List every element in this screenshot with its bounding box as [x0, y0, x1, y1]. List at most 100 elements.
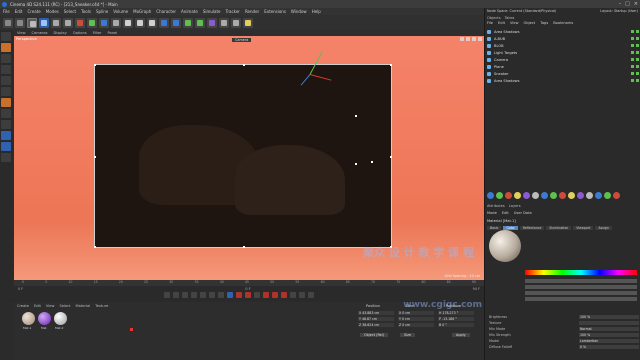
apply-button[interactable]: Apply: [452, 333, 470, 337]
scale-tool-icon[interactable]: [51, 17, 61, 28]
undo-icon[interactable]: [3, 17, 13, 28]
check-icon[interactable]: [636, 30, 639, 33]
tab-attributes[interactable]: Attributes: [487, 204, 505, 208]
render-settings-icon[interactable]: [147, 17, 157, 28]
check-icon[interactable]: [636, 58, 639, 61]
go-to-end-icon[interactable]: [218, 292, 224, 298]
obj-menu-object[interactable]: Object: [524, 21, 536, 25]
material-swatch[interactable]: [54, 312, 67, 325]
maximize-icon[interactable]: □: [625, 1, 630, 7]
param-value[interactable]: [579, 321, 639, 325]
render-view-icon[interactable]: [123, 17, 133, 28]
material-tag-icon[interactable]: [586, 192, 593, 199]
color-slider[interactable]: [525, 291, 637, 295]
mat-menu-view[interactable]: View: [46, 304, 55, 308]
material-tag-icon[interactable]: [505, 192, 512, 199]
next-key-icon[interactable]: [209, 292, 215, 298]
zoom-icon[interactable]: [466, 37, 470, 41]
prev-key-icon[interactable]: [173, 292, 179, 298]
render-picture-viewer-icon[interactable]: [135, 17, 145, 28]
cube-icon[interactable]: [159, 17, 169, 28]
region-handle[interactable]: [94, 64, 96, 66]
color-slider[interactable]: [525, 297, 637, 301]
material-tag-icon[interactable]: [496, 192, 503, 199]
current-frame[interactable]: 0 F: [245, 287, 250, 291]
obj-menu-edit[interactable]: Edit: [498, 21, 505, 25]
param-value[interactable]: 100 %: [579, 315, 639, 319]
check-icon[interactable]: [636, 65, 639, 68]
polygons-mode-icon[interactable]: [1, 87, 11, 96]
coordinate-system-icon[interactable]: [111, 17, 121, 28]
size-x-field[interactable]: X 0 cm: [398, 311, 434, 315]
color-picker[interactable]: [525, 268, 637, 314]
list-item[interactable]: Light Targets: [487, 49, 639, 56]
camera-icon[interactable]: [231, 17, 241, 28]
light-handle[interactable]: [355, 115, 357, 117]
menu-file[interactable]: File: [3, 9, 10, 14]
list-item[interactable]: Camera: [487, 56, 639, 63]
attr-menu-mode[interactable]: Mode: [487, 211, 497, 215]
orbit-icon[interactable]: [472, 37, 476, 41]
region-handle[interactable]: [94, 246, 96, 248]
light-handle[interactable]: [371, 161, 373, 163]
viewport-solo-icon[interactable]: [1, 142, 11, 151]
solo-icon[interactable]: [1, 131, 11, 140]
tab-assign[interactable]: Assign: [595, 226, 612, 230]
toggle-view-icon[interactable]: [478, 37, 482, 41]
menu-modes[interactable]: Modes: [46, 9, 59, 14]
region-handle[interactable]: [390, 64, 392, 66]
list-item[interactable]: Plane: [487, 63, 639, 70]
start-frame[interactable]: 0 F: [18, 287, 23, 291]
region-handle[interactable]: [390, 156, 392, 158]
model-mode-icon[interactable]: [1, 43, 11, 52]
material-tag-icon[interactable]: [595, 192, 602, 199]
menu-tools[interactable]: Tools: [81, 9, 91, 14]
position-key-icon[interactable]: [263, 292, 269, 298]
param-value[interactable]: 0 %: [579, 345, 639, 349]
check-icon[interactable]: [636, 51, 639, 54]
check-icon[interactable]: [631, 37, 634, 40]
material-tag-icon[interactable]: [523, 192, 530, 199]
material-tag-icon[interactable]: [487, 192, 494, 199]
rotate-tool-icon[interactable]: [63, 17, 73, 28]
timeline-ruler[interactable]: 0 5 10 15 20 25 30 35 40 45 50 55 60 65 …: [14, 280, 484, 286]
list-item[interactable]: Sneaker: [487, 70, 639, 77]
axis-mode-icon[interactable]: [1, 98, 11, 107]
z-axis-icon[interactable]: [99, 17, 109, 28]
coords-size-dropdown[interactable]: Size: [400, 333, 415, 337]
material-tag-icon[interactable]: [613, 192, 620, 199]
check-icon[interactable]: [636, 44, 639, 47]
obj-menu-view[interactable]: View: [510, 21, 519, 25]
menu-mograph[interactable]: MoGraph: [133, 9, 151, 14]
tab-reflectance[interactable]: Reflectance: [519, 226, 545, 230]
material-tag-icon[interactable]: [550, 192, 557, 199]
rotation-key-icon[interactable]: [281, 292, 287, 298]
obj-menu-bookmarks[interactable]: Bookmarks: [553, 21, 573, 25]
vp-menu-cameras[interactable]: Cameras: [32, 31, 48, 35]
keyframe-selection-icon[interactable]: [254, 292, 260, 298]
autokey-icon[interactable]: [245, 292, 251, 298]
mat-menu-material[interactable]: Material: [76, 304, 91, 308]
mat-menu-select[interactable]: Select: [59, 304, 70, 308]
list-item[interactable]: BLOB: [487, 42, 639, 49]
record-icon[interactable]: [236, 292, 242, 298]
parameter-key-icon[interactable]: [290, 292, 296, 298]
tab-objects[interactable]: Objects: [487, 16, 501, 20]
vp-menu-filter[interactable]: Filter: [93, 31, 102, 35]
mat-menu-edit[interactable]: Edit: [34, 304, 41, 308]
pan-icon[interactable]: [460, 37, 464, 41]
perspective-viewport[interactable]: Perspective Camera 聚众 设 计 教 学 课 程 Grid S…: [14, 36, 484, 280]
check-icon[interactable]: [631, 51, 634, 54]
tab-layers[interactable]: Layers: [509, 204, 521, 208]
position-x-field[interactable]: X 43.883 cm: [358, 311, 394, 315]
material-tag-icon[interactable]: [559, 192, 566, 199]
cloner-icon[interactable]: [195, 17, 205, 28]
lock-icon[interactable]: [1, 153, 11, 162]
list-item[interactable]: Area Shadows: [487, 28, 639, 35]
points-mode-icon[interactable]: [1, 65, 11, 74]
menu-volume[interactable]: Volume: [113, 9, 128, 14]
check-icon[interactable]: [631, 72, 634, 75]
menu-spline[interactable]: Spline: [96, 9, 108, 14]
list-item[interactable]: Area Shadows: [487, 77, 639, 84]
check-icon[interactable]: [631, 30, 634, 33]
